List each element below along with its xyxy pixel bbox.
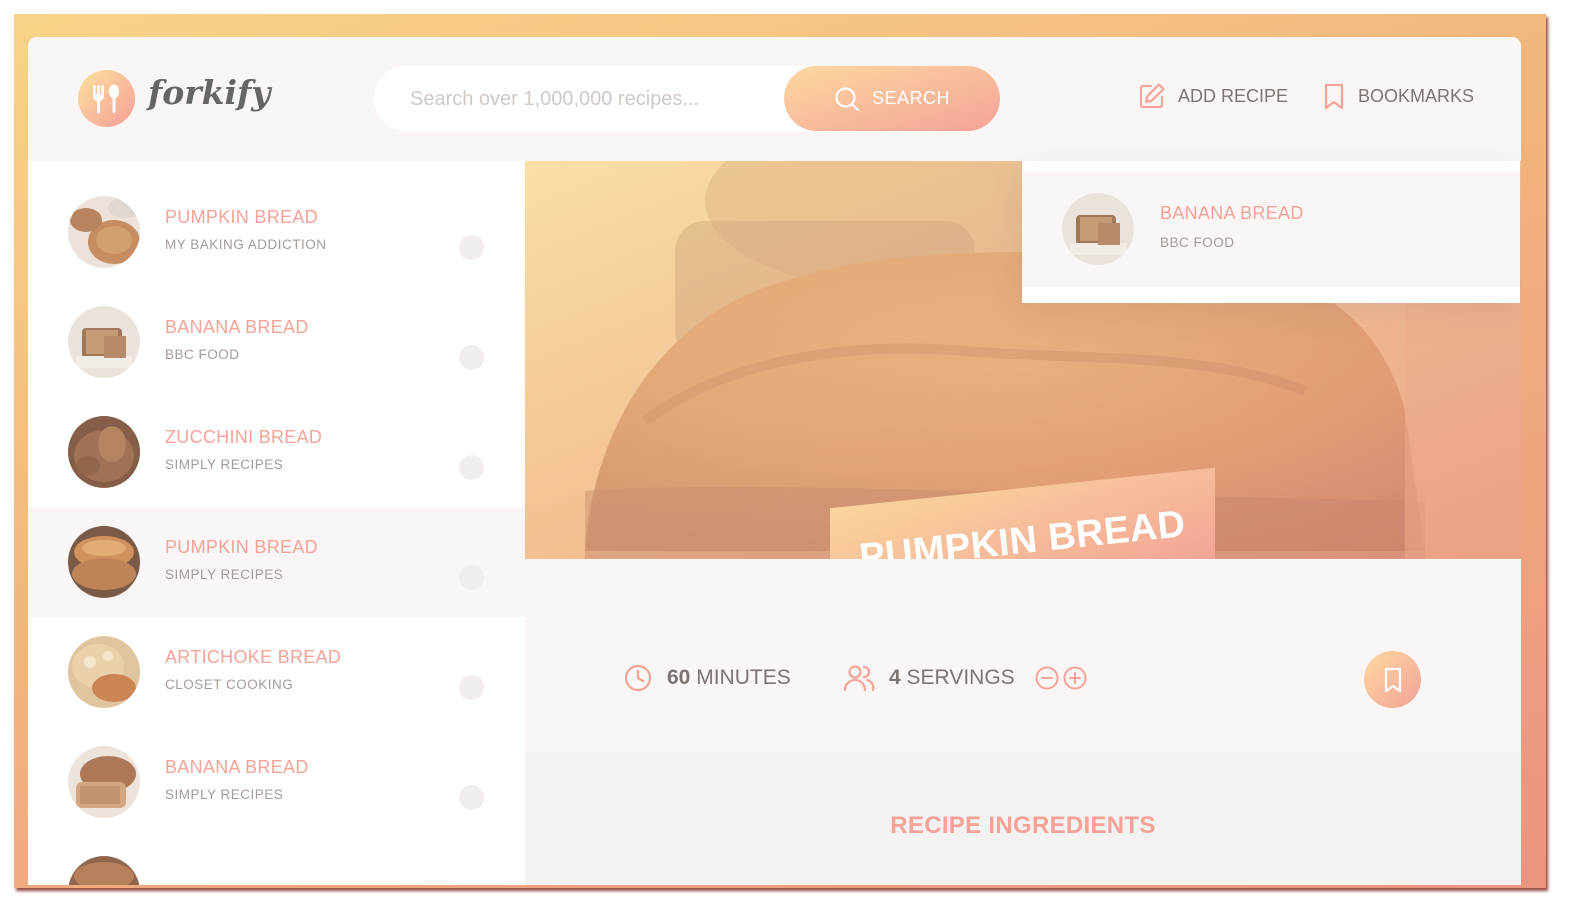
add-recipe-label: ADD RECIPE xyxy=(1178,86,1288,107)
cooking-time-unit: MINUTES xyxy=(696,666,791,689)
user-generated-indicator xyxy=(459,455,484,480)
recipe-details: 60 MINUTES 4 SERVINGS xyxy=(525,559,1521,752)
ingredients-heading: RECIPE INGREDIENTS xyxy=(525,812,1521,840)
recipe-thumbnail xyxy=(68,416,140,488)
result-publisher: SIMPLY RECIPES xyxy=(165,787,283,802)
logo[interactable] xyxy=(78,70,135,127)
app-container: forkify SEARCH ADD RECIPE BOOKMARKS xyxy=(28,37,1521,885)
recipe-info-servings: 4 SERVINGS xyxy=(843,663,1087,693)
recipe-info-time: 60 MINUTES xyxy=(623,663,791,693)
result-title: ZUCCHINI BREAD xyxy=(165,427,322,448)
header: forkify SEARCH ADD RECIPE BOOKMARKS xyxy=(28,37,1521,161)
recipe-thumbnail xyxy=(68,746,140,818)
plus-circle-icon[interactable] xyxy=(1063,666,1087,690)
bookmarks-button[interactable]: BOOKMARKS xyxy=(1322,82,1474,110)
user-generated-indicator xyxy=(459,675,484,700)
result-publisher: SIMPLY RECIPES xyxy=(165,567,283,582)
user-generated-indicator xyxy=(459,235,484,260)
recipe-thumbnail xyxy=(68,196,140,268)
recipe-thumbnail xyxy=(1062,193,1134,265)
result-title: PUMPKIN BREAD xyxy=(165,537,318,558)
search-form: SEARCH xyxy=(374,66,1000,131)
bookmark-title: BANANA BREAD xyxy=(1160,203,1304,224)
bookmark-item[interactable]: BANANA BREAD BBC FOOD xyxy=(1022,171,1520,287)
cooking-time-value: 60 xyxy=(667,666,690,689)
search-input[interactable] xyxy=(410,84,770,114)
result-item[interactable]: BANANA BREAD BBC FOOD xyxy=(28,287,525,397)
recipe-thumbnail xyxy=(68,526,140,598)
result-item[interactable]: PUMPKIN BREAD MY BAKING ADDICTION xyxy=(28,177,525,287)
bookmark-icon xyxy=(1322,82,1346,110)
servings-value: 4 xyxy=(889,666,901,689)
recipe-thumbnail xyxy=(68,856,140,885)
result-item[interactable]: ARTICHOKE BREAD CLOSET COOKING xyxy=(28,617,525,727)
minus-circle-icon[interactable] xyxy=(1035,666,1059,690)
result-title: BANANA BREAD xyxy=(165,757,309,778)
user-generated-indicator xyxy=(459,565,484,590)
result-title: PUMPKIN BREAD xyxy=(165,207,318,228)
edit-icon xyxy=(1138,82,1166,110)
servings-unit: SERVINGS xyxy=(907,666,1015,689)
logo-text: forkify xyxy=(148,73,270,112)
users-icon xyxy=(843,663,875,693)
user-generated-indicator xyxy=(459,345,484,370)
search-button-label: SEARCH xyxy=(872,88,950,109)
user-generated-indicator xyxy=(459,785,484,810)
bookmarks-label: BOOKMARKS xyxy=(1358,86,1474,107)
result-publisher: CLOSET COOKING xyxy=(165,677,293,692)
clock-icon xyxy=(623,663,653,693)
result-publisher: MY BAKING ADDICTION xyxy=(165,237,327,252)
bookmarks-panel: BANANA BREAD BBC FOOD xyxy=(1022,161,1520,303)
recipe-thumbnail xyxy=(68,306,140,378)
search-results: PUMPKIN BREAD MY BAKING ADDICTION BANANA… xyxy=(28,161,525,885)
recipe-ingredients: RECIPE INGREDIENTS xyxy=(525,752,1521,885)
result-item[interactable]: BANANA BREAD SIMPLY RECIPES xyxy=(28,727,525,837)
bookmark-publisher: BBC FOOD xyxy=(1160,235,1235,250)
fork-spoon-icon xyxy=(90,83,123,115)
add-recipe-button[interactable]: ADD RECIPE xyxy=(1138,82,1288,110)
result-item[interactable] xyxy=(28,837,525,885)
result-item[interactable]: ZUCCHINI BREAD SIMPLY RECIPES xyxy=(28,397,525,507)
result-item-active[interactable]: PUMPKIN BREAD SIMPLY RECIPES xyxy=(28,507,525,617)
result-title: ARTICHOKE BREAD xyxy=(165,647,341,668)
recipe-thumbnail xyxy=(68,636,140,708)
bookmark-recipe-button[interactable] xyxy=(1364,651,1421,708)
search-icon xyxy=(834,86,860,112)
bookmark-icon xyxy=(1381,666,1405,694)
result-publisher: BBC FOOD xyxy=(165,347,240,362)
result-publisher: SIMPLY RECIPES xyxy=(165,457,283,472)
result-title: BANANA BREAD xyxy=(165,317,309,338)
search-button[interactable]: SEARCH xyxy=(784,66,1000,131)
